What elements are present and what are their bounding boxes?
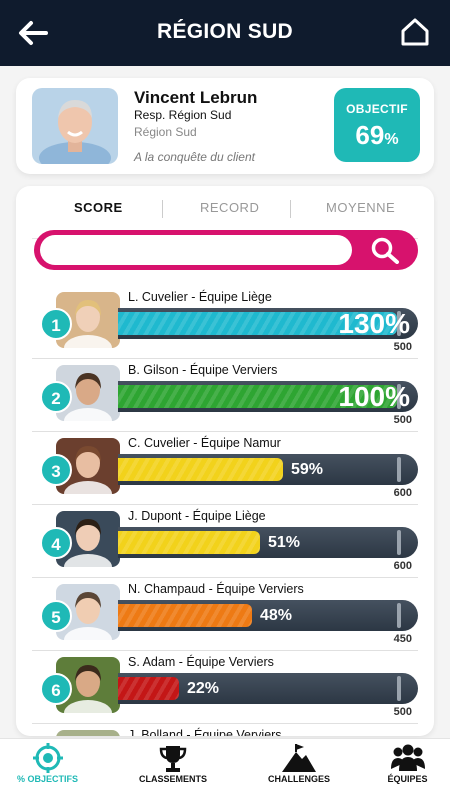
member-name: B. Gilson - Équipe Verviers bbox=[128, 363, 278, 377]
leaderboard-row[interactable]: 3 C. Cuvelier - Équipe Namur 59% 600 bbox=[16, 432, 434, 505]
objective-value: 69% bbox=[355, 120, 399, 150]
rank-badge: 4 bbox=[40, 527, 72, 559]
search-input[interactable] bbox=[40, 235, 352, 265]
target-value: 500 bbox=[393, 706, 412, 718]
tab-divider bbox=[162, 200, 163, 218]
rank-badge: 5 bbox=[40, 600, 72, 632]
objective-label: OBJECTIF bbox=[346, 102, 408, 116]
profile-photo bbox=[32, 88, 118, 164]
profile-region: Région Sud bbox=[134, 125, 197, 139]
progress-fill bbox=[118, 458, 283, 481]
progress-track: 48% bbox=[118, 600, 418, 631]
tab-record[interactable]: RECORD bbox=[200, 200, 259, 215]
target-value: 600 bbox=[393, 560, 412, 572]
nav-classements[interactable]: CLASSEMENTS bbox=[118, 739, 228, 800]
profile-role: Resp. Région Sud bbox=[134, 108, 232, 122]
percent-label: 100% bbox=[338, 381, 410, 412]
target-value: 500 bbox=[393, 341, 412, 353]
nav-equipes[interactable]: ÉQUIPES bbox=[365, 739, 450, 800]
target-marker bbox=[397, 676, 401, 701]
home-icon[interactable] bbox=[400, 17, 430, 47]
percent-label: 59% bbox=[291, 461, 324, 478]
tab-score[interactable]: SCORE bbox=[74, 200, 123, 215]
leaderboard-row[interactable]: 2 B. Gilson - Équipe Verviers 100% 500 bbox=[16, 359, 434, 432]
tab-divider bbox=[290, 200, 291, 218]
team-icon bbox=[390, 744, 425, 771]
leaderboard-row[interactable]: 4 J. Dupont - Équipe Liège 51% 600 bbox=[16, 505, 434, 578]
member-avatar bbox=[56, 730, 120, 736]
percent-label: 51% bbox=[268, 534, 301, 551]
target-marker bbox=[397, 530, 401, 555]
nav-objectifs[interactable]: % OBJECTIFS bbox=[0, 739, 95, 800]
percent-label: 130% bbox=[338, 308, 410, 339]
progress-track: 22% bbox=[118, 673, 418, 704]
target-value: 600 bbox=[393, 487, 412, 499]
target-value: 500 bbox=[393, 414, 412, 426]
profile-name: Vincent Lebrun bbox=[134, 88, 258, 107]
leaderboard-row[interactable]: 6 S. Adam - Équipe Verviers 22% 500 bbox=[16, 651, 434, 724]
progress-track: 130% bbox=[118, 308, 418, 339]
progress-track: 51% bbox=[118, 527, 418, 558]
rank-badge: 2 bbox=[40, 381, 72, 413]
leaderboard-row[interactable]: 1 L. Cuvelier - Équipe Liège 130% 500 bbox=[16, 286, 434, 359]
rank-badge: 1 bbox=[40, 308, 72, 340]
nav-label: ÉQUIPES bbox=[387, 774, 428, 784]
top-bar: RÉGION SUD bbox=[0, 0, 450, 66]
profile-card: Vincent Lebrun Resp. Région Sud Région S… bbox=[16, 78, 434, 174]
rank-badge: 6 bbox=[40, 673, 72, 705]
progress-fill bbox=[118, 677, 179, 700]
member-name: L. Cuvelier - Équipe Liège bbox=[128, 290, 272, 304]
progress-fill bbox=[118, 531, 260, 554]
percent-label: 48% bbox=[260, 607, 293, 624]
member-name: S. Adam - Équipe Verviers bbox=[128, 655, 274, 669]
nav-challenges[interactable]: CHALLENGES bbox=[244, 739, 354, 800]
search-bar bbox=[34, 230, 418, 270]
target-marker bbox=[397, 603, 401, 628]
search-icon[interactable] bbox=[370, 236, 400, 264]
tab-moyenne[interactable]: MOYENNE bbox=[326, 200, 395, 215]
mountain-flag-icon bbox=[282, 744, 316, 772]
member-name: J. Dupont - Équipe Liège bbox=[128, 509, 266, 523]
member-name: C. Cuvelier - Équipe Namur bbox=[128, 436, 281, 450]
target-icon bbox=[32, 743, 63, 773]
rank-badge: 3 bbox=[40, 454, 72, 486]
nav-label: CHALLENGES bbox=[267, 774, 330, 784]
app-screen: RÉGION SUD Vincent Lebrun Resp. Région S… bbox=[0, 0, 450, 800]
member-name: J. Bolland - Équipe Verviers bbox=[128, 728, 282, 736]
target-marker bbox=[397, 457, 401, 482]
profile-motto: A la conquête du client bbox=[134, 150, 255, 164]
target-value: 450 bbox=[393, 633, 412, 645]
progress-track: 59% bbox=[118, 454, 418, 485]
tab-bar: SCORE RECORD MOYENNE bbox=[16, 200, 434, 239]
nav-label: CLASSEMENTS bbox=[138, 774, 207, 784]
member-name: N. Champaud - Équipe Verviers bbox=[128, 582, 304, 596]
leaderboard-row[interactable]: 7J. Bolland - Équipe Verviers bbox=[16, 724, 434, 736]
percent-label: 22% bbox=[187, 680, 220, 697]
nav-label: % OBJECTIFS bbox=[16, 774, 78, 784]
trophy-icon bbox=[159, 746, 187, 772]
progress-fill bbox=[118, 604, 252, 627]
progress-track: 100% bbox=[118, 381, 418, 412]
objective-badge: OBJECTIF 69% bbox=[334, 88, 420, 162]
bottom-nav: % OBJECTIFS CLASSEMENTS CHALLENGES ÉQUIP… bbox=[0, 738, 450, 800]
leaderboard-row[interactable]: 5 N. Champaud - Équipe Verviers 48% 450 bbox=[16, 578, 434, 651]
ranking-panel: SCORE RECORD MOYENNE 1 L. Cuvelier - Équi… bbox=[16, 186, 434, 736]
page-title: RÉGION SUD bbox=[156, 20, 293, 43]
